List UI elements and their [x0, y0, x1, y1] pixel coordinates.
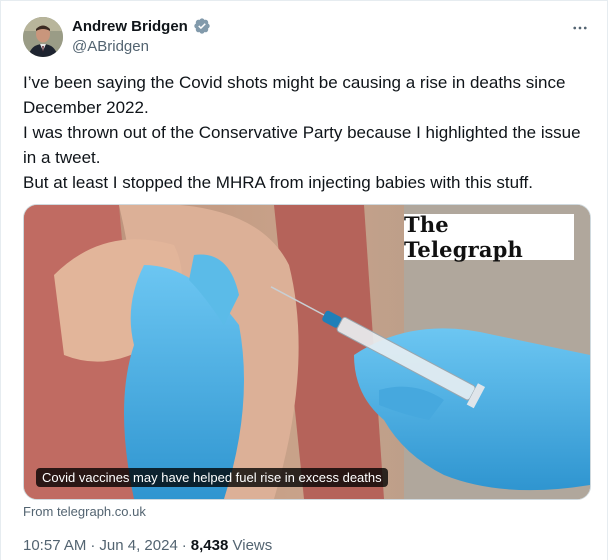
tweet-date[interactable]: Jun 4, 2024 [99, 537, 177, 554]
author-name-row: Andrew Bridgen [72, 17, 211, 35]
meta-separator: · [90, 537, 96, 554]
verified-badge-icon [193, 17, 211, 35]
tweet-meta: 10:57 AM · Jun 4, 2024 · 8,438 Views [23, 537, 272, 554]
more-horizontal-icon[interactable] [567, 15, 593, 41]
views-label: Views [232, 537, 273, 554]
tweet-card: Andrew Bridgen @ABridgen I’ve been sayin… [0, 0, 608, 560]
link-card-image[interactable]: The Telegraph Covid vaccines may have he… [23, 204, 591, 500]
author-name[interactable]: Andrew Bridgen [72, 18, 188, 35]
tweet-line: I was thrown out of the Conservative Par… [23, 123, 581, 167]
views-count[interactable]: 8,438 [191, 537, 229, 554]
tweet-text: I’ve been saying the Covid shots might b… [23, 70, 598, 195]
author-handle[interactable]: @ABridgen [72, 38, 149, 55]
link-card-caption: Covid vaccines may have helped fuel rise… [36, 468, 388, 487]
avatar-photo [23, 17, 63, 57]
meta-separator: · [181, 537, 187, 554]
tweet-line: I’ve been saying the Covid shots might b… [23, 73, 566, 117]
tweet-time[interactable]: 10:57 AM [23, 537, 86, 554]
tweet-line: But at least I stopped the MHRA from inj… [23, 173, 533, 192]
telegraph-logo: The Telegraph [404, 212, 574, 262]
author-avatar[interactable] [23, 17, 63, 57]
link-source[interactable]: From telegraph.co.uk [23, 504, 146, 519]
